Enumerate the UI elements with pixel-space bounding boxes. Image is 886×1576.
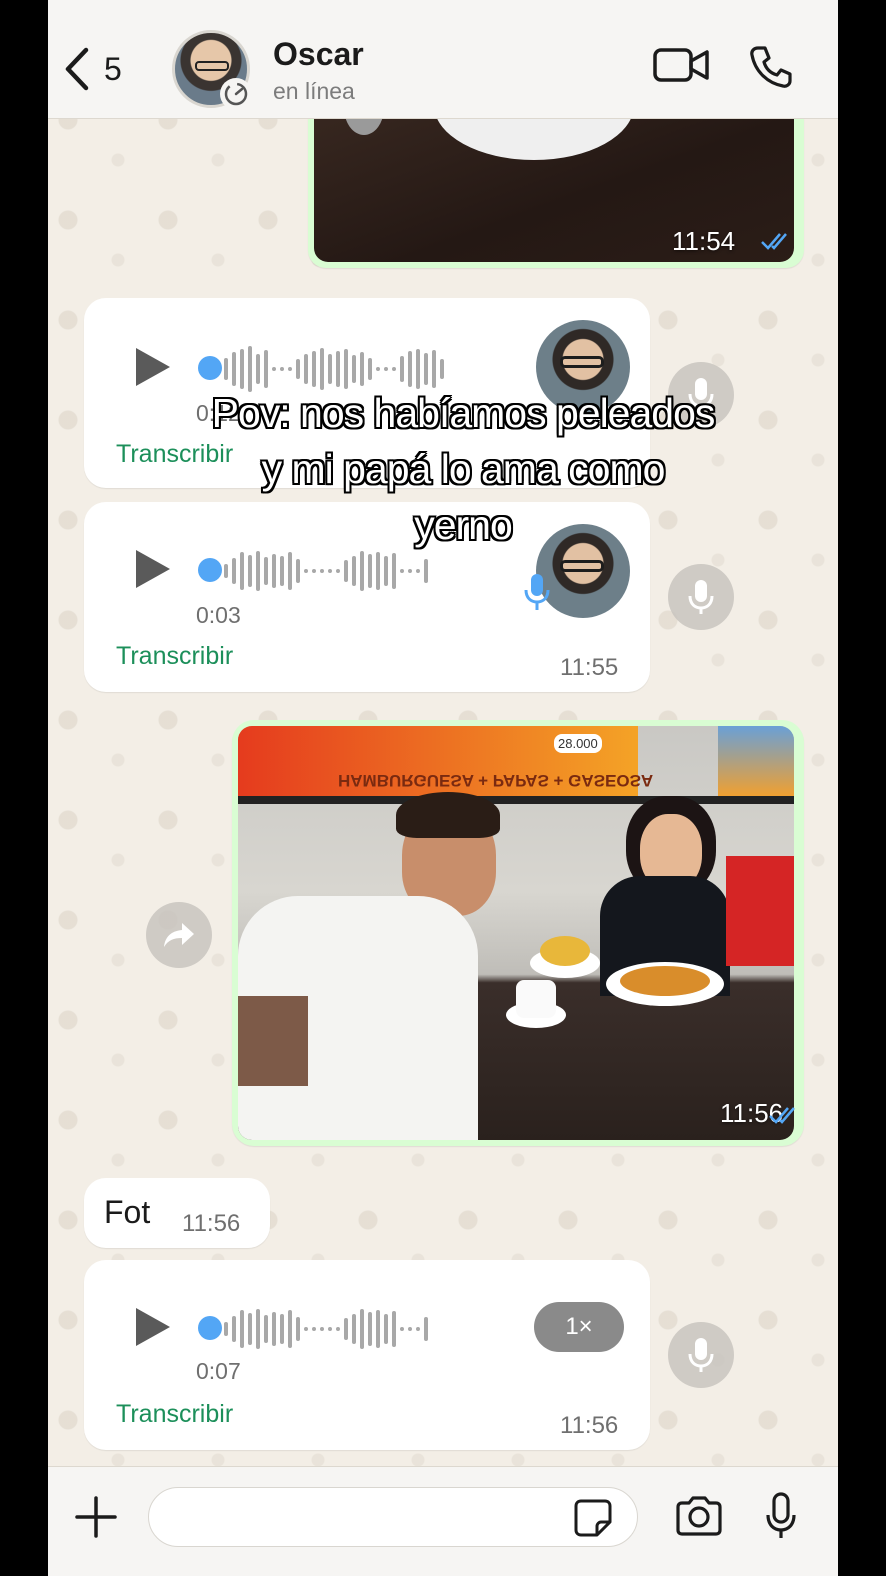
microphone-icon[interactable] xyxy=(668,564,734,630)
unread-count: 5 xyxy=(104,50,122,87)
microphone-icon[interactable] xyxy=(764,1491,798,1541)
disappearing-timer-icon xyxy=(220,78,252,110)
message-time: 11:54 xyxy=(672,226,736,256)
video-caption-overlay: Pov: nos habíamos peleados y mi papá lo … xyxy=(211,390,716,548)
voice-waveform[interactable] xyxy=(224,548,428,594)
forward-icon[interactable] xyxy=(146,902,212,968)
playback-position-dot[interactable] xyxy=(198,1316,222,1340)
play-icon[interactable] xyxy=(136,550,170,588)
back-button[interactable]: 5 xyxy=(62,46,122,92)
microphone-icon[interactable] xyxy=(668,1322,734,1388)
sticker-icon[interactable] xyxy=(573,1498,613,1538)
camera-icon[interactable] xyxy=(674,1495,724,1537)
read-ticks-icon xyxy=(761,233,787,250)
voice-duration: 0:07 xyxy=(196,1358,241,1384)
transcribe-link[interactable]: Transcribir xyxy=(116,642,233,671)
playback-position-dot[interactable] xyxy=(198,356,222,380)
message-time: 11:56 xyxy=(560,1412,619,1439)
voice-waveform[interactable] xyxy=(224,1306,428,1352)
chat-header: 5 Oscar en línea xyxy=(48,0,838,119)
photo-price-text: 28.000 xyxy=(554,734,602,753)
text-message: Fot 11:56 xyxy=(84,1178,270,1248)
message-image-outgoing[interactable]: HAMBURGUESA + PAPAS + GASEOSA 28.000 11:… xyxy=(232,720,804,1146)
photo-sign-text: HAMBURGUESA + PAPAS + GASEOSA xyxy=(338,771,654,790)
plus-icon[interactable] xyxy=(74,1495,118,1539)
playback-speed-button[interactable]: 1× xyxy=(534,1302,624,1352)
play-icon[interactable] xyxy=(136,348,170,386)
video-call-icon[interactable] xyxy=(652,44,710,86)
back-chevron-icon xyxy=(65,47,89,91)
phone-icon[interactable] xyxy=(748,44,794,90)
contact-status: en línea xyxy=(273,78,355,104)
voice-duration: 0:03 xyxy=(196,602,241,628)
message-input[interactable] xyxy=(148,1487,638,1547)
message-time: 11:55 xyxy=(560,654,619,681)
transcribe-link[interactable]: Transcribir xyxy=(116,1400,233,1429)
message-text: Fot xyxy=(104,1194,151,1230)
voice-mic-badge-icon xyxy=(524,574,550,610)
play-icon[interactable] xyxy=(136,1308,170,1346)
message-time: 11:56 xyxy=(182,1210,241,1237)
voice-message: 1× 0:07 Transcribir 11:56 xyxy=(84,1260,650,1450)
photo-couple-restaurant: HAMBURGUESA + PAPAS + GASEOSA 28.000 xyxy=(238,726,794,1140)
playback-position-dot[interactable] xyxy=(198,558,222,582)
contact-name[interactable]: Oscar xyxy=(273,36,364,73)
message-input-bar xyxy=(48,1466,838,1576)
read-ticks-icon xyxy=(769,1107,795,1124)
chat-screen: 5 Oscar en línea 11:54 0:12 Transcribir … xyxy=(48,0,838,1576)
